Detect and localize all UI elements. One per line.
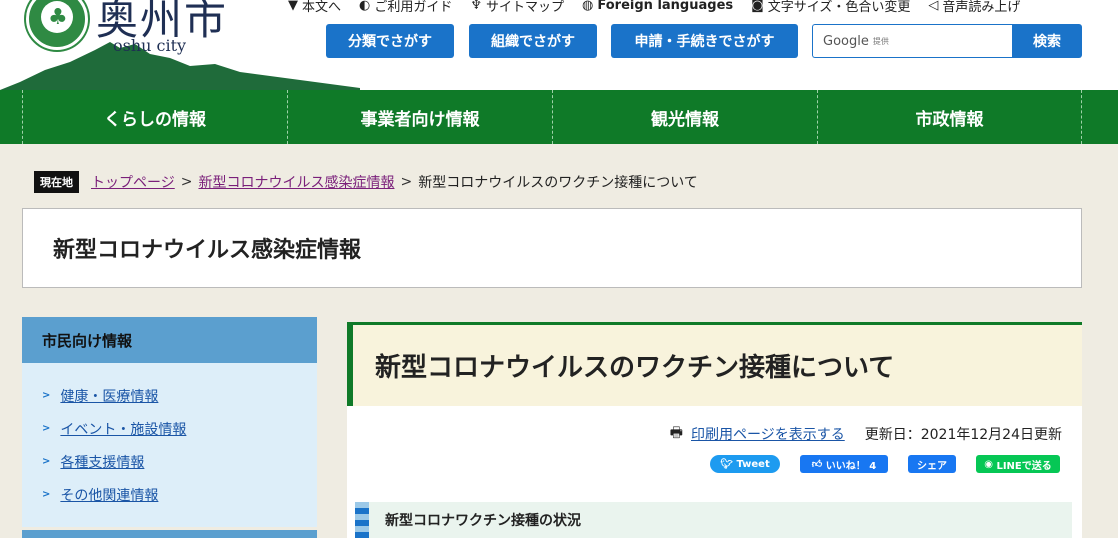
tweet-button[interactable]: 🐦︎ Tweet: [710, 455, 780, 473]
facebook-like-button[interactable]: 👍︎ いいね！ 4: [800, 455, 888, 473]
site-logo-sub: oshu city: [113, 36, 187, 55]
sitemap-link[interactable]: ♆ サイトマップ: [470, 0, 564, 15]
sidebar-item-health[interactable]: > 健康・医療情報: [22, 379, 317, 412]
sidebar-list: > 健康・医療情報 > イベント・施設情報 > 各種支援情報 > その他関連情報: [22, 363, 317, 511]
nav-living[interactable]: くらしの情報: [22, 90, 287, 144]
search-input[interactable]: Google 提供: [812, 24, 1012, 58]
skip-to-content-link[interactable]: ▼ 本文へ: [288, 0, 341, 15]
sidebar-next-heading: [22, 530, 317, 538]
print-row: 🖶 印刷用ページを表示する 更新日：2021年12月24日更新: [670, 422, 1062, 446]
nav-city-admin[interactable]: 市政情報: [817, 90, 1082, 144]
updated-date: 更新日：2021年12月24日更新: [864, 427, 1062, 443]
print-page-link[interactable]: 印刷用ページを表示する: [691, 424, 845, 444]
search-by-application-button[interactable]: 申請・手続きでさがす: [611, 24, 798, 58]
guide-link[interactable]: ◐ ご利用ガイド: [359, 0, 452, 15]
breadcrumb-covid-link[interactable]: 新型コロナウイルス感染症情報: [198, 172, 394, 192]
site-header: ♣ 奥州市 oshu city ▼ 本文へ ◐ ご利用ガイド ♆ サイトマップ ◍ Fo…: [0, 0, 1118, 90]
nav-business[interactable]: 事業者向け情報: [287, 90, 552, 144]
utility-links: ▼ 本文へ ◐ ご利用ガイド ♆ サイトマップ ◍ Foreign languages …: [288, 0, 1020, 15]
social-buttons: 🐦︎ Tweet 👍︎ いいね！ 4 シェア ◉ LINEで送る: [710, 455, 1060, 473]
arrow-down-icon: ▼: [288, 0, 298, 13]
chevron-right-icon: >: [42, 423, 51, 434]
nav-tourism[interactable]: 観光情報: [552, 90, 817, 144]
checkered-marker-icon: [355, 502, 369, 538]
search-by-organization-button[interactable]: 組織でさがす: [469, 24, 597, 58]
text-size-color-link[interactable]: ◙ 文字サイズ・色合い変更: [751, 0, 910, 15]
breadcrumb-tag: 現在地: [34, 171, 79, 193]
twitter-bird-icon: 🐦︎: [720, 458, 737, 470]
globe-icon: ◍: [582, 0, 594, 13]
breadcrumb: 現在地 トップページ > 新型コロナウイルス感染症情報 > 新型コロナウイルスの…: [34, 171, 698, 193]
sidebar-item-support[interactable]: > 各種支援情報: [22, 445, 317, 478]
main-content: 新型コロナウイルスのワクチン接種について 🖶 印刷用ページを表示する 更新日：2…: [347, 322, 1082, 538]
sidebar-item-events[interactable]: > イベント・施設情報: [22, 412, 317, 445]
foreign-languages-link[interactable]: ◍ Foreign languages: [582, 0, 733, 15]
sidebar-item-other[interactable]: > その他関連情報: [22, 478, 317, 511]
line-send-button[interactable]: ◉ LINEで送る: [976, 455, 1060, 473]
thumbs-up-icon: 👍︎: [811, 459, 826, 470]
printer-icon: 🖶: [669, 425, 683, 441]
search-button[interactable]: 検索: [1012, 24, 1082, 58]
line-icon: ◉: [984, 458, 997, 470]
chevron-right-icon: >: [42, 489, 51, 500]
facebook-share-button[interactable]: シェア: [908, 455, 956, 473]
search-by-category-button[interactable]: 分類でさがす: [326, 24, 454, 58]
category-title: 新型コロナウイルス感染症情報: [22, 208, 1082, 288]
global-nav: くらしの情報 事業者向け情報 観光情報 市政情報: [0, 90, 1118, 144]
sitemap-icon: ♆: [470, 0, 483, 13]
chevron-right-icon: >: [42, 390, 51, 401]
sidebar: 市民向け情報 > 健康・医療情報 > イベント・施設情報 > 各種支援情報 > その他関…: [22, 317, 317, 527]
chevron-right-icon: >: [42, 456, 51, 467]
breadcrumb-separator: >: [400, 174, 413, 190]
read-aloud-link[interactable]: ◁ 音声読み上げ: [928, 0, 1020, 15]
page-title: 新型コロナウイルスのワクチン接種について: [347, 322, 1082, 406]
speaker-icon: ◁: [928, 0, 939, 13]
breadcrumb-separator: >: [180, 174, 193, 190]
sidebar-heading: 市民向け情報: [22, 317, 317, 363]
breadcrumb-current: 新型コロナウイルスのワクチン接種について: [418, 175, 698, 191]
text-size-icon: ◙: [751, 0, 764, 13]
section-heading: 新型コロナワクチン接種の状況: [355, 502, 1072, 538]
guide-icon: ◐: [359, 0, 371, 13]
breadcrumb-top-link[interactable]: トップページ: [91, 172, 175, 192]
